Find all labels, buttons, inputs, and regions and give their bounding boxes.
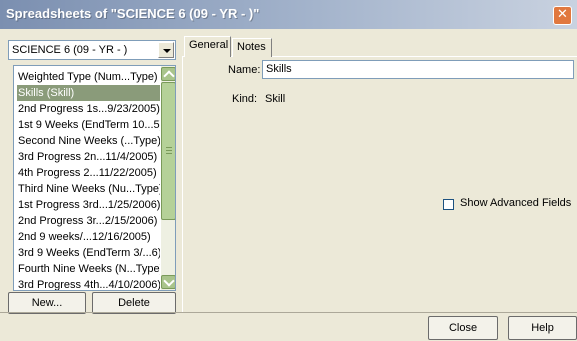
list-item[interactable]: 2nd Progress 1s...9/23/2005) [17,101,160,117]
list-item[interactable]: 1st Progress 3rd...1/25/2006) [17,197,160,213]
tab-general[interactable]: General [184,36,231,57]
class-select[interactable]: SCIENCE 6 (09 - YR - ) [8,40,176,60]
list-item[interactable]: Fourth Nine Weeks (N...Type) [17,261,160,277]
list-item[interactable]: 3rd Progress 4th...4/10/2006) [17,277,160,290]
title-bar[interactable]: Spreadsheets of "SCIENCE 6 (09 - YR - )"… [0,0,577,29]
delete-button[interactable]: Delete [92,292,176,314]
kind-value: Skill [265,93,286,105]
help-button-label: Help [531,322,554,334]
list-scrollbar[interactable] [161,66,175,290]
close-button[interactable]: Close [428,316,498,340]
new-button-label: New... [31,297,63,309]
list-item[interactable]: 2nd Progress 3r...2/15/2006) [17,213,160,229]
show-advanced-label[interactable]: Show Advanced Fields [460,197,571,209]
tab-notes[interactable]: Notes [232,38,272,57]
help-button[interactable]: Help [508,316,577,340]
chevron-down-icon[interactable] [158,42,174,58]
scroll-down-icon[interactable] [161,275,175,289]
list-item[interactable]: Third Nine Weeks (Nu...Type) [17,181,160,197]
divider [0,312,577,313]
scroll-up-icon[interactable] [161,67,175,81]
name-label: Name: [228,64,261,76]
class-select-value: SCIENCE 6 (09 - YR - ) [12,44,128,56]
close-button-label: Close [448,322,478,334]
tab-notes-label: Notes [237,41,266,53]
window-title: Spreadsheets of "SCIENCE 6 (09 - YR - )" [6,6,260,21]
list-item[interactable]: 3rd Progress 2n...11/4/2005) [17,149,160,165]
name-field[interactable]: Skills [262,60,574,79]
list-item[interactable]: Weighted Type (Num...Type) [17,69,160,85]
new-button[interactable]: New... [8,292,86,314]
list-item[interactable]: Second Nine Weeks (...Type) [17,133,160,149]
list-item[interactable]: 3rd 9 Weeks (EndTerm 3/...6) [17,245,160,261]
list-item[interactable]: Skills (Skill) [17,85,160,101]
show-advanced-checkbox[interactable] [443,199,454,210]
spreadsheet-list[interactable]: Weighted Type (Num...Type) Skills (Skill)… [13,65,176,291]
scroll-thumb[interactable] [161,82,175,220]
tab-general-label: General [189,39,229,51]
close-window-icon[interactable]: ✕ [553,6,572,25]
list-item[interactable]: 4th Progress 2...11/22/2005) [17,165,160,181]
list-item[interactable]: 2nd 9 weeks/...12/16/2005) [17,229,160,245]
list-item[interactable]: 1st 9 Weeks (EndTerm 10...5) [17,117,160,133]
delete-button-label: Delete [118,297,150,309]
kind-label: Kind: [232,93,258,105]
spreadsheets-dialog: Spreadsheets of "SCIENCE 6 (09 - YR - )"… [0,0,577,341]
